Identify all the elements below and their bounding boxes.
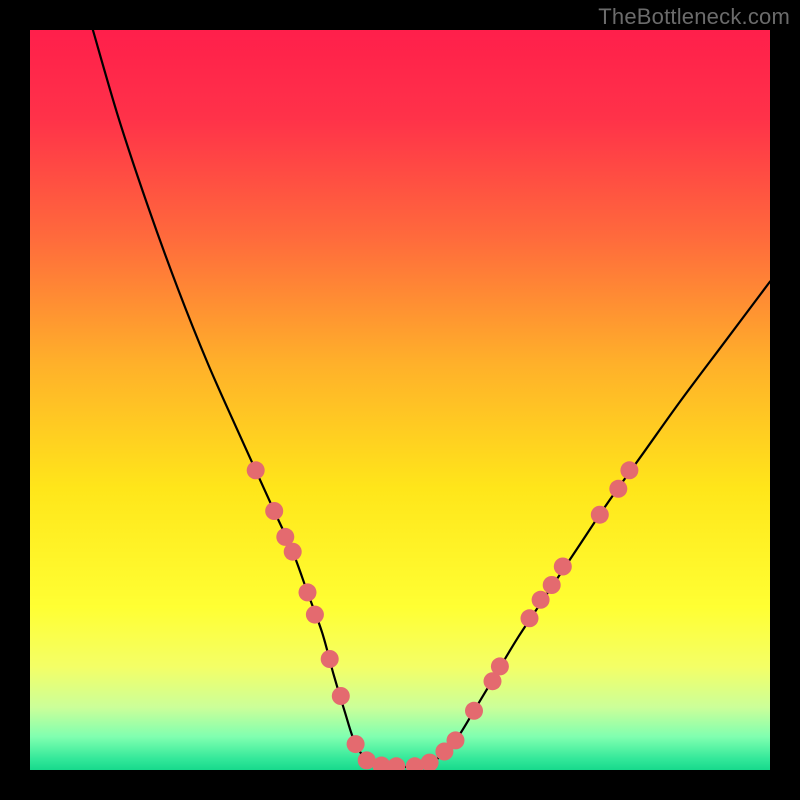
data-marker [447, 731, 465, 749]
data-marker [347, 735, 365, 753]
watermark-text: TheBottleneck.com [598, 4, 790, 30]
curve-layer [30, 30, 770, 770]
data-marker [306, 606, 324, 624]
data-marker [247, 461, 265, 479]
data-marker [321, 650, 339, 668]
data-marker [387, 757, 405, 770]
data-marker [332, 687, 350, 705]
plot-area [30, 30, 770, 770]
data-marker [421, 754, 439, 770]
data-marker [491, 657, 509, 675]
data-marker [299, 583, 317, 601]
data-marker [609, 480, 627, 498]
data-marker [284, 543, 302, 561]
data-markers [247, 461, 639, 770]
data-marker [521, 609, 539, 627]
data-marker [591, 506, 609, 524]
data-marker [620, 461, 638, 479]
bottleneck-curve [93, 30, 770, 767]
data-marker [554, 558, 572, 576]
chart-frame: TheBottleneck.com [0, 0, 800, 800]
data-marker [265, 502, 283, 520]
data-marker [543, 576, 561, 594]
data-marker [532, 591, 550, 609]
data-marker [465, 702, 483, 720]
